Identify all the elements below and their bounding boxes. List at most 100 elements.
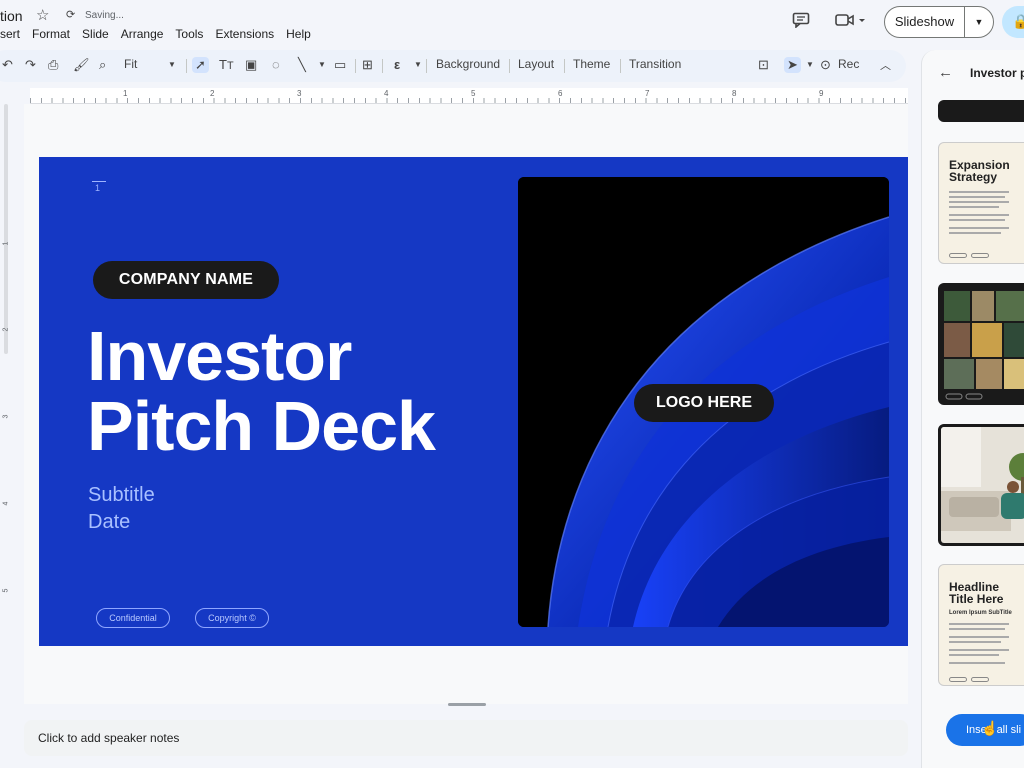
thumb-text-line xyxy=(949,641,1001,643)
zoom-icon[interactable]: ⌕ xyxy=(99,57,106,73)
menu-extensions[interactable]: Extensions xyxy=(215,27,274,41)
paint-format-icon[interactable]: 🖌 xyxy=(73,57,90,73)
rec-button[interactable]: Rec xyxy=(838,57,859,71)
slideshow-label[interactable]: Slideshow xyxy=(885,7,965,37)
background-button[interactable]: Background xyxy=(436,57,500,71)
collapse-icon[interactable]: ︿ xyxy=(880,57,891,73)
theme-button[interactable]: Theme xyxy=(573,57,610,71)
add-image-icon[interactable]: ⊡ xyxy=(758,57,769,73)
vertical-ruler: 1 2 3 4 5 xyxy=(2,104,14,644)
back-arrow-icon[interactable]: ← xyxy=(938,64,953,81)
shape-icon[interactable]: ◌ xyxy=(272,57,280,72)
thumb-text-line xyxy=(949,662,1005,664)
thumb-text-line xyxy=(949,649,1009,651)
menu-help[interactable]: Help xyxy=(286,27,311,41)
lock-icon: 🔒 xyxy=(1012,13,1024,29)
share-button[interactable]: 🔒 xyxy=(1002,6,1024,38)
divider xyxy=(355,59,356,73)
hand-cursor-icon: ☝ xyxy=(981,720,999,736)
thumb-text-line xyxy=(949,206,999,208)
zoom-select[interactable]: Fit xyxy=(124,57,137,71)
slide-number-bar xyxy=(92,181,106,182)
thumb-title: Strategy xyxy=(949,170,998,184)
copyright-pill[interactable]: Copyright © xyxy=(195,608,269,628)
thumb-text-line xyxy=(949,636,1009,638)
layout-button[interactable]: Layout xyxy=(518,57,554,71)
ruler-ticks xyxy=(30,98,908,103)
thumb-pill xyxy=(949,677,967,682)
thumb-pill xyxy=(971,677,989,682)
thumb-text-line xyxy=(949,214,1009,216)
notes-resize-handle[interactable] xyxy=(448,703,486,706)
slide-number: 1 xyxy=(95,183,101,193)
menu-slide[interactable]: Slide xyxy=(82,27,109,41)
video-call-icon[interactable] xyxy=(835,12,865,33)
menu-insert[interactable]: sert xyxy=(0,27,20,41)
speaker-notes[interactable]: Click to add speaker notes xyxy=(24,720,908,756)
thumb-pill xyxy=(971,253,989,258)
menu-arrange[interactable]: Arrange xyxy=(121,27,164,41)
slide[interactable]: 1 COMPANY NAME Investor Pitch Deck Subti… xyxy=(39,157,908,646)
menu-bar: sert Format Slide Arrange Tools Extensio… xyxy=(0,27,323,41)
chevron-down-icon[interactable]: ▼ xyxy=(318,60,326,69)
undo-icon[interactable]: ↶ xyxy=(2,57,13,73)
video-insert-icon[interactable]: ▭ xyxy=(334,57,346,73)
pointer-icon[interactable]: ➤ xyxy=(784,57,801,73)
chevron-down-icon[interactable]: ▼ xyxy=(965,17,993,27)
comment-add-icon[interactable]: ⊞ xyxy=(362,57,373,73)
ruler-mark: 2 xyxy=(210,89,215,98)
thumb-text-line xyxy=(949,219,1005,221)
slideshow-button[interactable]: Slideshow ▼ xyxy=(884,6,994,38)
ruler-mark: 8 xyxy=(732,89,737,98)
print-icon[interactable]: ⎙ xyxy=(48,57,58,73)
transition-button[interactable]: Transition xyxy=(629,57,681,71)
logo-placeholder[interactable]: LOGO HERE xyxy=(634,384,774,422)
thumb-text-line xyxy=(949,201,1009,203)
thumb-text-line xyxy=(949,227,1009,229)
slide-subtitle[interactable]: Subtitle Date xyxy=(88,482,155,536)
date-text: Date xyxy=(88,511,131,533)
text-box-icon[interactable]: TT xyxy=(219,57,234,72)
comments-icon[interactable] xyxy=(792,12,810,33)
divider xyxy=(564,59,565,73)
template-thumbnail[interactable] xyxy=(938,100,1024,122)
template-thumbnail[interactable]: Expansion Strategy xyxy=(938,142,1024,264)
ruler-mark: 5 xyxy=(471,89,476,98)
thumb-pill xyxy=(949,253,967,258)
template-thumbnail-selected[interactable] xyxy=(938,424,1024,546)
thumb-text-line xyxy=(949,232,1001,234)
template-thumbnail[interactable]: Headline Title Here Lorem Ipsum SubTitle xyxy=(938,564,1024,686)
toolbar: ↶ ↷ ⎙ 🖌 ⌕ Fit ▼ ➚ TT ▣ ◌ ╲ ▼ ▭ ⊞ ε ▼ Bac… xyxy=(0,50,906,82)
menu-tools[interactable]: Tools xyxy=(175,27,203,41)
slide-title[interactable]: Investor Pitch Deck xyxy=(87,321,507,461)
template-thumbnail[interactable] xyxy=(938,283,1024,405)
chevron-down-icon[interactable]: ▼ xyxy=(414,60,422,69)
ruler-mark: 2 xyxy=(2,327,10,332)
equation-icon[interactable]: ε xyxy=(394,57,400,72)
chevron-down-icon[interactable]: ▼ xyxy=(806,60,814,69)
line-icon[interactable]: ╲ xyxy=(298,57,306,73)
divider xyxy=(382,59,383,73)
ruler-mark: 4 xyxy=(384,89,389,98)
star-icon[interactable]: ☆ xyxy=(36,6,49,24)
horizontal-ruler: 1 2 3 4 5 6 7 8 9 xyxy=(30,88,908,104)
record-icon[interactable]: ⊙ xyxy=(820,57,831,73)
chevron-down-icon[interactable]: ▼ xyxy=(168,60,176,69)
ruler-mark: 1 xyxy=(2,241,10,246)
divider xyxy=(620,59,621,73)
redo-icon[interactable]: ↷ xyxy=(25,57,36,73)
select-cursor-icon[interactable]: ➚ xyxy=(192,57,209,73)
subtitle-text: Subtitle xyxy=(88,484,155,506)
ruler-mark: 5 xyxy=(2,588,10,593)
confidential-pill[interactable]: Confidential xyxy=(96,608,170,628)
sync-icon: ⟳ xyxy=(66,9,76,21)
image-icon[interactable]: ▣ xyxy=(245,57,257,73)
thumb-title: Title Here xyxy=(949,592,1004,606)
ruler-mark: 1 xyxy=(123,89,128,98)
company-name-pill[interactable]: COMPANY NAME xyxy=(93,261,279,299)
thumb-subtitle: Lorem Ipsum SubTitle xyxy=(949,610,1012,616)
divider xyxy=(426,59,427,73)
thumb-text-line xyxy=(949,628,1005,630)
menu-format[interactable]: Format xyxy=(32,27,70,41)
document-title[interactable]: tion xyxy=(0,8,23,24)
